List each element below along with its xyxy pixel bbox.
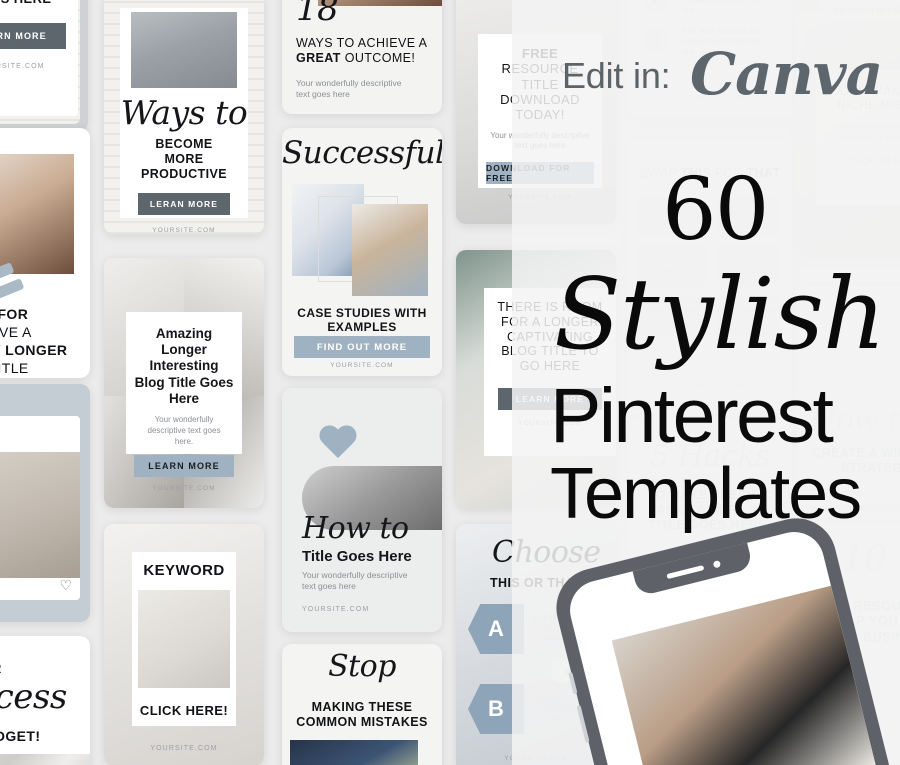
card-cta-button[interactable]: LERAN MORE [138, 193, 230, 216]
card-title-bold: GREAT [296, 50, 341, 65]
card-title: AWESOME TITLE GOES HERE [0, 0, 70, 7]
card-site: YOURSITE.COM [302, 606, 370, 613]
card-site: YOURSITE.COM [152, 227, 216, 234]
card-script-title: Success [0, 677, 67, 717]
card-site: YOURSITE.COM [330, 362, 394, 369]
card-script-title: Ways to [120, 93, 248, 132]
card-title-line3: REALLY LONGER [0, 342, 68, 358]
card-description: Your wonderfully descriptive text goes h… [296, 78, 402, 100]
phone-camera-icon [712, 559, 721, 569]
template-card-keyword[interactable]: KEYWORD CLICK HERE! YOURSITE.COM [104, 524, 264, 765]
card-site: YOURSITE.COM [152, 485, 216, 493]
card-number: 18 [296, 0, 339, 29]
card-cta-button[interactable]: LEARN MORE [134, 455, 234, 478]
template-card-stop-mistakes[interactable]: Stop MAKING THESE COMMON MISTAKES [282, 644, 442, 765]
edit-in-label: Edit in: [562, 55, 671, 96]
card-description: Your wonderfully descriptive text goes h… [302, 570, 408, 592]
card-site: YOURSITE.COM [0, 62, 45, 70]
card-title: Title Goes Here [302, 548, 412, 565]
headline-line-pinterest: Pinterest [550, 373, 834, 459]
phone-speaker-icon [665, 564, 704, 579]
template-card-tips-success[interactable]: TIPS FOR Success ON A BUDGET! [0, 636, 90, 765]
card-title-line2: YOU HAVE A [0, 324, 32, 340]
card-script-title: Successful [282, 135, 442, 171]
card-script-title: Stop [328, 649, 396, 684]
pin-title: Blog Title [0, 416, 80, 447]
heart-icon [318, 426, 358, 462]
card-description: Your wonderfully descriptive text goes h… [147, 414, 221, 446]
card-title: WAYS TO ACHIEVE A GREAT OUTCOME! [296, 36, 430, 66]
card-cta-button[interactable]: FIND OUT MORE [294, 336, 430, 358]
card-keyword: KEYWORD [143, 562, 225, 579]
template-card-successful-case-studies[interactable]: Successful CASE STUDIES WITH EXAMPLES FI… [282, 128, 442, 376]
template-card-space-for[interactable]: SPACE FOR YOU HAVE A REALLY LONGER BLOG … [0, 128, 90, 378]
card-title: BECOME MORE PRODUCTIVE [141, 137, 227, 181]
card-title-pre: WAYS TO ACHIEVE A [296, 36, 427, 50]
card-cta-button[interactable]: LEARN MORE [0, 22, 66, 49]
template-card-how-to-heart[interactable]: How to Title Goes Here Your wonderfully … [282, 388, 442, 632]
template-count: 60 [662, 160, 769, 260]
card-cta-text[interactable]: CLICK HERE! [132, 703, 236, 718]
heart-outline-icon[interactable]: ♡ [59, 577, 72, 594]
template-card-awesome-title[interactable]: Ways to AWESOME TITLE GOES HERE LEARN MO… [0, 0, 88, 132]
template-card-amazing-longer-title[interactable]: Amazing Longer Interesting Blog Title Go… [104, 258, 264, 508]
template-card-blog-title-vase[interactable]: YOURSITE.COM Blog Title ...inspired... ♡ [0, 384, 90, 622]
template-card-become-productive[interactable]: Ways to BECOME MORE PRODUCTIVE LERAN MOR… [104, 0, 264, 234]
promo-canvas: Ways to AWESOME TITLE GOES HERE LEARN MO… [0, 0, 900, 765]
headline-line-stylish: Stylish [554, 258, 886, 372]
card-title: MAKING THESE COMMON MISTAKES [296, 700, 428, 729]
card-script-title: How to [302, 511, 409, 546]
card-site: YOURSITE.COM [150, 745, 218, 752]
card-kicker: TIPS FOR [0, 660, 2, 677]
template-card-18-ways[interactable]: 18 WAYS TO ACHIEVE A GREAT OUTCOME! Your… [282, 0, 442, 114]
card-title: CASE STUDIES WITH EXAMPLES [297, 306, 427, 335]
card-title: Amazing Longer Interesting Blog Title Go… [134, 326, 234, 406]
canva-brand-wordmark: Canva [690, 40, 883, 108]
card-title-post: OUTCOME! [340, 50, 416, 65]
card-subtitle: ON A BUDGET! [0, 728, 41, 744]
ribbon-decoration [0, 278, 25, 305]
pin-preview: Blog Title ...inspired... ♡ [0, 416, 80, 600]
card-title-strong: SPACE FOR [0, 306, 29, 322]
card-title-line1: SPACE FOR [0, 306, 28, 323]
card-title-line4: BLOG TITLE [0, 360, 29, 376]
